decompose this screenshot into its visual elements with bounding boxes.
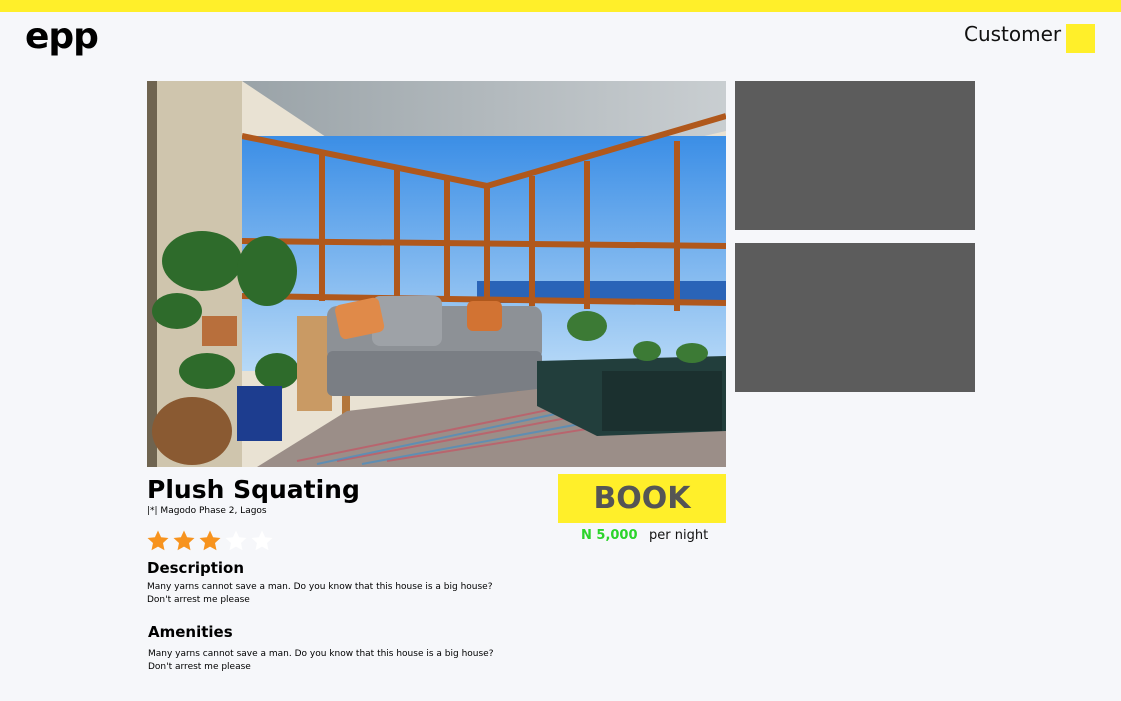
star-filled-icon [147,530,169,551]
listing-location: |*| Magodo Phase 2, Lagos [147,506,267,516]
app-logo[interactable]: epp [25,15,99,59]
listing-title: Plush Squating [147,475,360,504]
description-heading: Description [147,559,245,577]
price-value: N 5,000 [581,528,638,543]
book-button[interactable]: BOOK [558,474,726,523]
amenities-heading: Amenities [148,623,233,641]
star-rating [146,529,274,553]
sunroom-photo [147,81,726,467]
price-unit: per night [649,528,709,543]
amenities-text: Many yarns cannot save a man. Do you kno… [148,648,508,674]
top-accent-bar [0,0,1121,12]
description-line: Many yarns cannot save a man. Do you kno… [147,582,493,592]
description-line: Don't arrest me please [147,595,250,605]
gallery-thumbnail[interactable] [735,243,975,392]
star-empty-icon [251,530,273,551]
amenities-line: Don't arrest me please [148,662,251,672]
gallery-thumbnail[interactable] [735,81,975,230]
star-empty-icon [225,530,247,551]
star-filled-icon [173,530,195,551]
user-menu-label[interactable]: Customer [964,22,1061,46]
main-listing-photo[interactable] [147,81,726,467]
description-text: Many yarns cannot save a man. Do you kno… [147,581,507,607]
star-filled-icon [199,530,221,551]
amenities-line: Many yarns cannot save a man. Do you kno… [148,649,494,659]
avatar[interactable] [1066,24,1095,53]
